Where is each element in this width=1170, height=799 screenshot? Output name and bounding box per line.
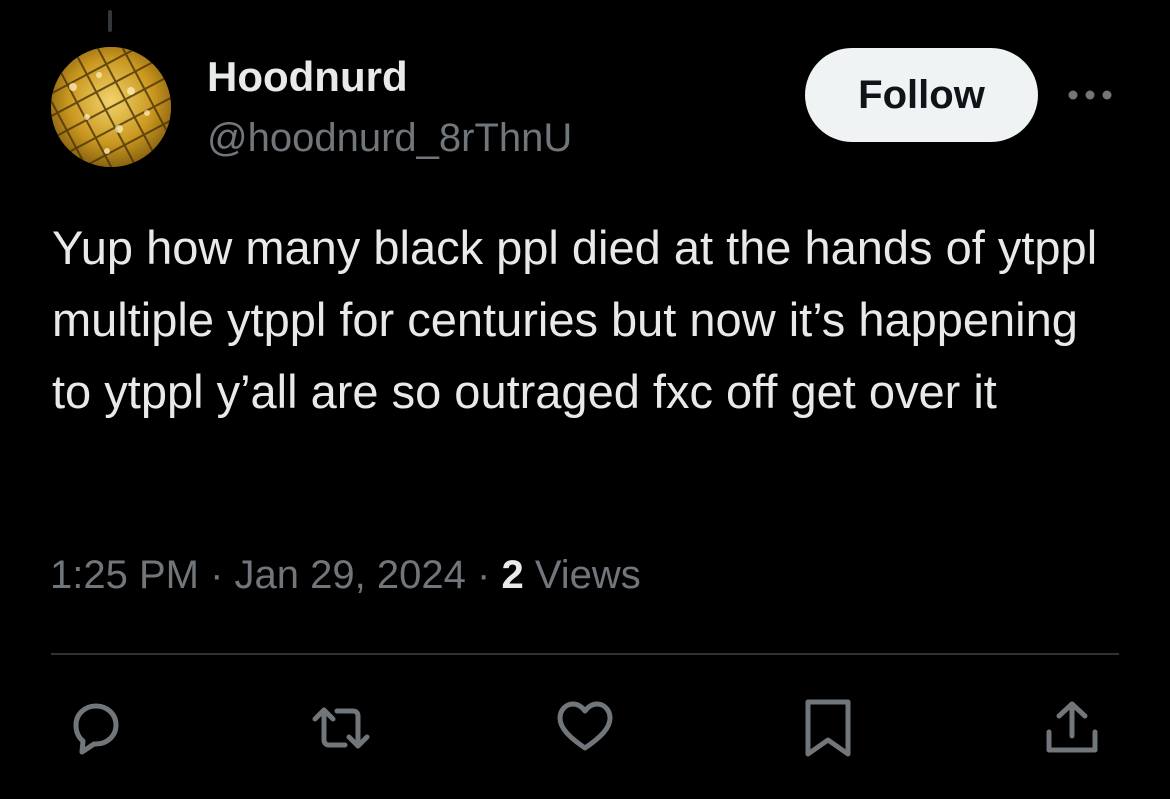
speech-bubble-icon [73, 703, 119, 755]
gold-lottery-grid-avatar-icon [51, 47, 171, 167]
meta-separator: · [210, 553, 224, 597]
views-count: 2 [501, 553, 524, 597]
meta-separator: · [476, 553, 491, 597]
views-label: Views [534, 553, 641, 597]
author-display-name[interactable]: Hoodnurd [207, 52, 408, 102]
bookmark-button[interactable] [798, 698, 858, 758]
tweet-metadata: 1:25 PM · Jan 29, 2024 · 2 Views [50, 550, 641, 600]
reply-button[interactable] [66, 698, 126, 758]
tweet-text: Yup how many black ppl died at the hands… [52, 221, 1098, 418]
like-button[interactable] [555, 698, 615, 758]
heart-icon [557, 701, 613, 751]
share-upload-icon [1046, 701, 1098, 753]
divider [51, 653, 1119, 655]
bookmark-icon [805, 699, 851, 757]
repost-button[interactable] [311, 698, 371, 758]
author-handle[interactable]: @hoodnurd_8rThnU [207, 113, 572, 163]
tweet-date[interactable]: Jan 29, 2024 [235, 553, 466, 597]
more-dots-icon [1068, 90, 1112, 100]
more-options-button[interactable] [1062, 78, 1118, 112]
share-button[interactable] [1042, 698, 1102, 758]
follow-button[interactable]: Follow [805, 48, 1038, 142]
thread-connector-line [108, 10, 112, 32]
tweet-time[interactable]: 1:25 PM [50, 553, 199, 597]
repost-arrows-icon [312, 707, 370, 749]
avatar[interactable] [51, 47, 171, 167]
